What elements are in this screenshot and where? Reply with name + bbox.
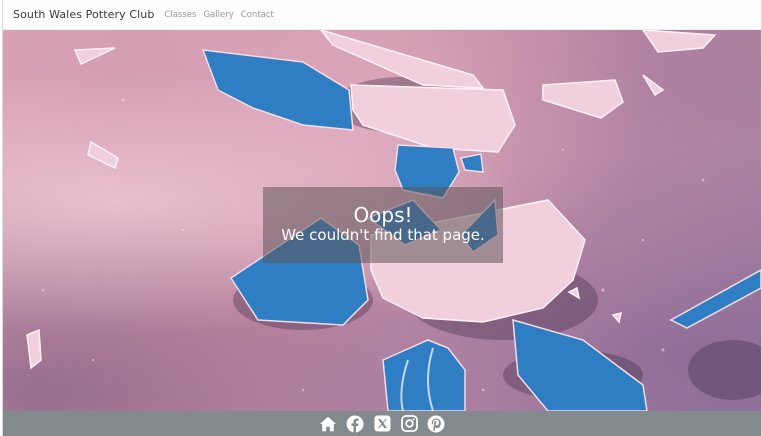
x-twitter-icon[interactable]	[373, 415, 391, 433]
nav-link-classes[interactable]: Classes	[164, 10, 196, 20]
nav-link-contact[interactable]: Contact	[241, 10, 274, 20]
footer-bar	[3, 411, 761, 436]
pinterest-icon[interactable]	[427, 415, 445, 433]
error-message-box: Oops! We couldn't find that page.	[263, 187, 503, 263]
instagram-icon[interactable]	[400, 415, 418, 433]
top-navbar: South Wales Pottery Club Classes Gallery…	[3, 0, 761, 30]
page-frame: South Wales Pottery Club Classes Gallery…	[2, 0, 762, 436]
brand-link[interactable]: South Wales Pottery Club	[13, 8, 154, 21]
error-message: We couldn't find that page.	[281, 226, 485, 245]
hero-background-image: Oops! We couldn't find that page.	[3, 30, 761, 411]
facebook-icon[interactable]	[346, 415, 364, 433]
error-title: Oops!	[353, 203, 413, 228]
nav-link-gallery[interactable]: Gallery	[203, 10, 233, 20]
home-icon[interactable]	[319, 415, 337, 433]
